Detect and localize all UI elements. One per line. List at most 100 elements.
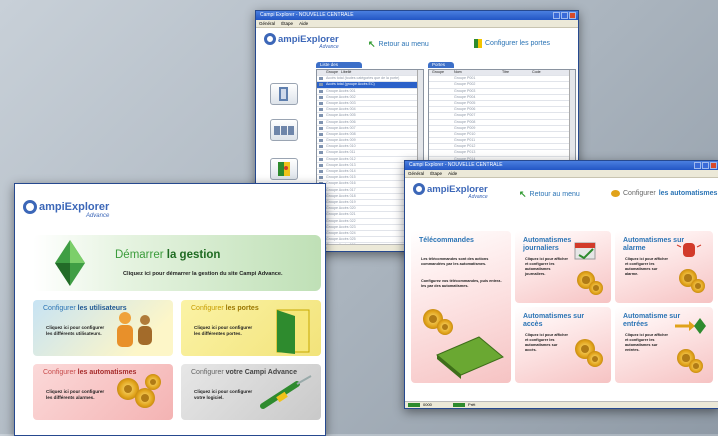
group-row-label: Groupe Accès 017 xyxy=(326,187,356,192)
maximize-button[interactable] xyxy=(561,12,568,19)
logo-circle-icon xyxy=(413,183,425,195)
configure-automations-card[interactable]: Configurer les automatismes Cliquez ici … xyxy=(33,364,173,420)
auto-menubar: Général Étape Aide xyxy=(405,170,718,178)
header-group: Groupe xyxy=(432,70,444,74)
close-button[interactable] xyxy=(710,162,717,169)
group-row-icon xyxy=(319,132,323,136)
inputs-automations-card[interactable]: Automatisme sur entrées Cliquez ici pour… xyxy=(615,307,713,383)
group-row-label: Groupe Accès 001 xyxy=(326,88,356,93)
minimize-button[interactable] xyxy=(553,12,560,19)
groups-panel-title: Liste des antibiotiques xyxy=(316,62,362,73)
group-row-label: Accès total (toutes catégories que de la… xyxy=(326,76,400,81)
menu-general[interactable]: Général xyxy=(408,171,424,176)
calendar-gears-icon xyxy=(571,241,605,297)
group-row-icon xyxy=(319,170,323,173)
back-to-menu-label: Retour au menu xyxy=(529,191,580,198)
door-green-icon xyxy=(278,162,290,176)
configure-doors-card[interactable]: Configurer les portes Cliquez ici pour c… xyxy=(181,300,321,356)
minimize-button[interactable] xyxy=(694,162,701,169)
group-row-label: Groupe Accès 015 xyxy=(326,175,356,180)
remote-controls-card[interactable]: Télécommandes Les télécommandes sont des… xyxy=(411,231,511,383)
configure-doors-label: Configurer les portes xyxy=(485,40,550,47)
title-prefix: Configurer xyxy=(191,369,224,376)
title-prefix: Configurer xyxy=(43,369,76,376)
configure-doors-button[interactable]: Configurer les portes xyxy=(474,39,550,48)
configure-campi-card[interactable]: Configurer votre Campi Advance Cliquez i… xyxy=(181,364,321,420)
menu-etape[interactable]: Étape xyxy=(430,171,442,176)
group-row-icon xyxy=(319,120,323,124)
group-row-label: Groupe Accès 006 xyxy=(326,119,356,124)
door-tool-button-2[interactable] xyxy=(270,119,298,141)
logo-text: ampiExplorer xyxy=(278,33,339,45)
maximize-button[interactable] xyxy=(702,162,709,169)
logo-subtitle: Advance xyxy=(85,213,110,219)
group-row-icon xyxy=(319,77,323,81)
back-to-menu-button[interactable]: ↖ Retour au menu xyxy=(368,39,429,50)
doors-menubar: Général Étape Aide xyxy=(256,20,578,28)
door-tool-button-3[interactable] xyxy=(270,158,298,180)
remote-board-icon xyxy=(419,309,507,379)
configure-users-card[interactable]: Configurer les utilisateurs Cliquez ici … xyxy=(33,300,173,356)
group-row-label: Groupe Accès 010 xyxy=(326,144,356,149)
group-row-icon xyxy=(319,176,323,180)
start-management-desc: Cliquez ici pour démarrer la gestion du … xyxy=(123,271,283,277)
menu-aide[interactable]: Aide xyxy=(448,171,457,176)
door-row-label: Groupe P001 xyxy=(454,76,476,81)
logo-subtitle: Advance xyxy=(319,44,339,50)
menu-aide[interactable]: Aide xyxy=(299,21,308,26)
remote-desc-1: Les télécommandes sont des actions comma… xyxy=(421,257,489,266)
title-prefix: Configurer xyxy=(43,305,76,312)
group-row-icon xyxy=(319,89,323,93)
status-code: 0000 xyxy=(423,402,432,407)
card-desc: Cliquez ici pour configurer les différen… xyxy=(46,389,105,400)
nav-config-bold: les automatismes xyxy=(658,190,718,197)
group-row-label: Groupe Accès 016 xyxy=(326,181,356,186)
gear-icon xyxy=(611,190,620,197)
logo-text: ampiExplorer xyxy=(39,201,110,213)
alarm-desc: Cliquez ici pour afficher et configurer … xyxy=(625,257,669,276)
door-row-label: Groupe P013 xyxy=(454,150,476,155)
access-automations-card[interactable]: Automatismes sur accès Cliquez ici pour … xyxy=(515,307,611,383)
alarm-automations-card[interactable]: Automatismes sur alarme Cliquez ici pour… xyxy=(615,231,713,303)
back-arrow-icon: ↖ xyxy=(519,189,527,199)
inputs-desc: Cliquez ici pour afficher et configurer … xyxy=(625,333,669,352)
configure-automations-button[interactable]: Configurer les automatismes xyxy=(611,190,717,197)
start-management-card[interactable]: Démarrer la gestion Cliquez ici pour dém… xyxy=(33,235,321,291)
group-row-label: Groupe Accès 013 xyxy=(326,162,356,167)
group-row-label: Groupe Accès 009 xyxy=(326,138,356,143)
group-row-label: Groupe Accès 021 xyxy=(326,212,356,217)
close-button[interactable] xyxy=(569,12,576,19)
header-group: Groupe xyxy=(326,70,338,74)
group-row-label: Groupe Accès 012 xyxy=(326,156,356,161)
back-to-menu-button[interactable]: ↖ Retour au menu xyxy=(519,189,580,200)
door-tool-button-1[interactable] xyxy=(270,83,298,105)
title-bold: les portes xyxy=(225,305,259,312)
group-row-icon xyxy=(319,157,323,161)
menu-etape[interactable]: Étape xyxy=(281,21,293,26)
users-icon xyxy=(117,312,152,347)
card-title: Configurer les portes xyxy=(191,305,259,312)
group-row-label: Groupe Accès 019 xyxy=(326,199,356,204)
auto-statusbar: 0000 Prêt xyxy=(405,401,718,408)
menu-general[interactable]: Général xyxy=(259,21,275,26)
door-row-label: Groupe P005 xyxy=(454,100,476,105)
header-title: Titre xyxy=(502,70,510,74)
group-row-label: Groupe Accès 004 xyxy=(326,107,356,112)
group-row-label: Groupe Accès 011 xyxy=(326,150,356,155)
group-row-icon xyxy=(319,108,323,112)
doors-window-title: Campi Explorer - NOUVELLE CENTRALE xyxy=(260,12,354,18)
daily-automations-card[interactable]: Automatismes journaliers Cliquez ici pou… xyxy=(515,231,611,303)
card-desc: Cliquez ici pour configurer les différen… xyxy=(194,325,253,336)
group-row-label: Groupe Accès 002 xyxy=(326,94,356,99)
auto-window-titlebar: Campi Explorer - NOUVELLE CENTRALE xyxy=(405,161,718,170)
group-row-label: Groupe Accès 025 xyxy=(326,237,356,242)
group-row-label: Groupe Accès 018 xyxy=(326,193,356,198)
group-row-icon xyxy=(319,114,323,118)
group-row-label: Groupe Accès 014 xyxy=(326,169,356,173)
card-desc: Cliquez ici pour configurer votre logici… xyxy=(194,389,253,400)
group-row-label: Groupe Accès 005 xyxy=(326,113,356,118)
main-menu-window: ampiExplorer Advance Démarrer la gestion… xyxy=(14,183,326,436)
access-title: Automatismes sur accès xyxy=(523,313,585,328)
group-row-icon xyxy=(319,83,323,87)
daily-desc: Cliquez ici pour afficher et configurer … xyxy=(525,257,569,276)
